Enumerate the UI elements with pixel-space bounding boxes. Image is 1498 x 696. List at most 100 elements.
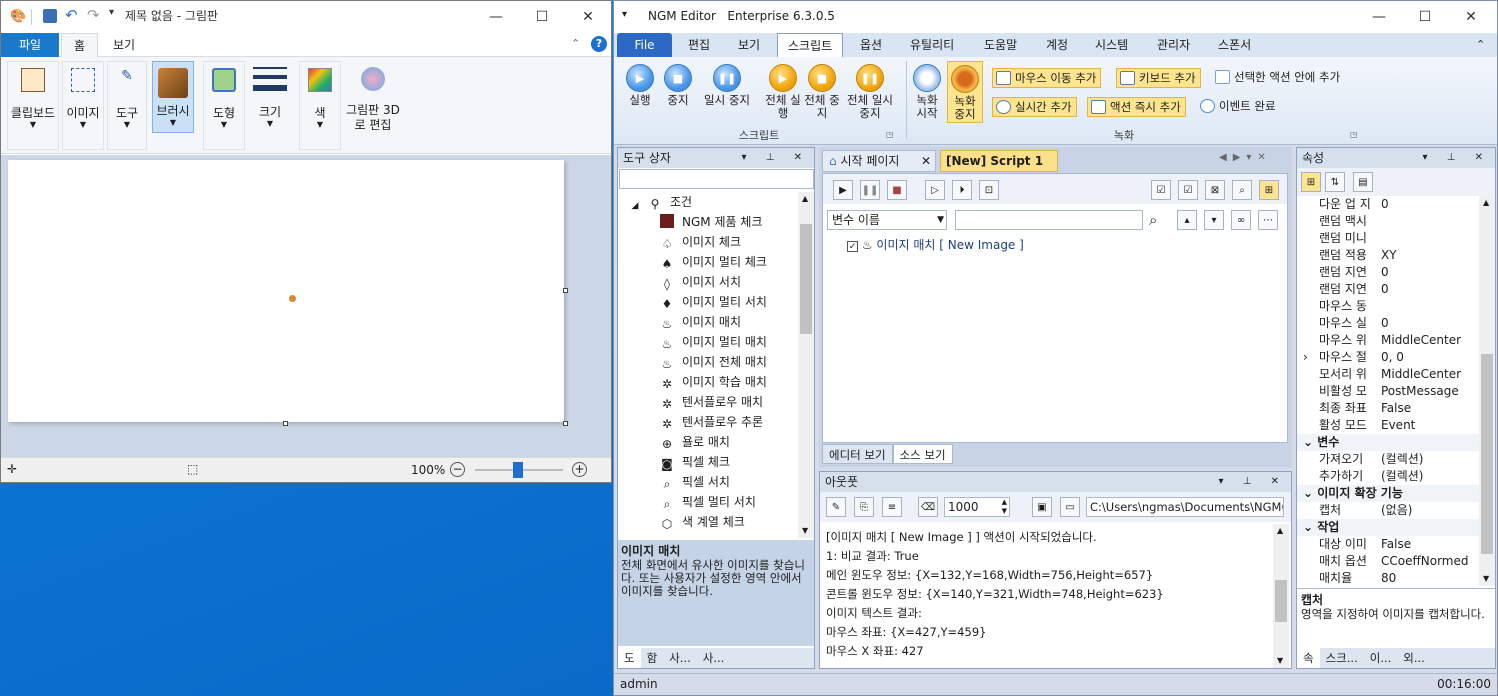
tab-system[interactable]: 시스템 (1085, 33, 1138, 57)
tab-script[interactable]: 스크립트 (777, 33, 844, 57)
scroll-thumb[interactable] (1481, 354, 1493, 554)
pane-controls-icon[interactable]: ▾ ⊥ ✕ (1423, 148, 1491, 168)
tree-item[interactable]: ♨ 이미지 멀티 매치 (660, 332, 767, 352)
pause-icon[interactable]: ❚❚ (860, 180, 880, 200)
quick-access-dropdown-icon[interactable]: ▾ (109, 7, 114, 18)
property-row[interactable]: 대상 이미 False (1297, 536, 1479, 553)
action-checkbox[interactable]: ✓ (847, 241, 858, 252)
property-category[interactable]: ⌄ 변수 (1297, 434, 1479, 451)
more-icon[interactable]: ⋯ (1258, 210, 1278, 230)
resize-handle[interactable] (563, 421, 568, 426)
variable-select[interactable]: 변수 이름 ▼ (827, 210, 947, 230)
event-done-button[interactable]: 이벤트 완료 (1197, 97, 1280, 117)
property-row[interactable]: 랜덤 지연 0 (1297, 281, 1479, 298)
add-keyboard-button[interactable]: 키보드 추가 (1116, 68, 1201, 88)
image-button[interactable]: 이미지 ▼ (62, 61, 104, 150)
folder-icon[interactable]: ▭ (1060, 497, 1080, 517)
loop-icon[interactable]: ∞ (1231, 210, 1251, 230)
toolbox-search-input[interactable] (619, 169, 814, 189)
run-all-button[interactable]: ▶ 전체 실행 (764, 61, 802, 125)
tree-view-icon[interactable]: ⊞ (1259, 180, 1279, 200)
tab-view[interactable]: 보기 (101, 33, 147, 57)
property-row[interactable]: 매치 옵션 CCoeffNormed (1297, 553, 1479, 570)
tab-external[interactable]: 외... (1397, 648, 1431, 668)
property-value[interactable]: PostMessage (1381, 383, 1459, 400)
add-in-selected-button[interactable]: 선택한 액션 안에 추가 (1212, 68, 1344, 88)
dialog-launcher-icon[interactable]: ◳ (886, 130, 894, 139)
property-value[interactable]: MiddleCenter (1381, 332, 1461, 349)
property-value[interactable]: False (1381, 536, 1411, 553)
tab-sponsor[interactable]: 스폰서 (1208, 33, 1261, 57)
tab-script-1[interactable]: [New] Script 1 ✕ (940, 150, 1058, 188)
categorized-icon[interactable]: ⊞ (1301, 172, 1321, 192)
scroll-thumb[interactable] (1275, 580, 1287, 622)
tab-home[interactable]: 홈 (61, 33, 99, 57)
delete-icon[interactable]: ⊠ (1205, 180, 1225, 200)
tab-nav-icons[interactable]: ◀▶▾✕ (1219, 152, 1272, 163)
property-category[interactable]: ⌄ 작업 (1297, 519, 1479, 536)
expand-icon[interactable]: › (1303, 349, 1308, 366)
property-row[interactable]: 매치율 80 (1297, 570, 1479, 586)
sort-az-icon[interactable]: ⇅ (1325, 172, 1345, 192)
resize-handle[interactable] (283, 421, 288, 426)
stop-icon[interactable]: ■ (887, 180, 907, 200)
tab-help[interactable]: 도움말 (974, 33, 1027, 57)
search-icon[interactable]: ⌕ (1232, 180, 1252, 200)
property-value[interactable]: (컬렉션) (1381, 451, 1423, 468)
zoom-in-button[interactable]: + (572, 462, 587, 477)
maximize-button[interactable]: ☐ (1402, 1, 1448, 33)
search-icon[interactable]: ⌕ (1149, 211, 1157, 229)
move-down-icon[interactable]: ▾ (1204, 210, 1224, 230)
color-button[interactable]: 색 ▼ (299, 61, 341, 150)
drawing-canvas[interactable] (8, 160, 564, 422)
property-value[interactable]: XY (1381, 247, 1397, 264)
tree-item[interactable]: ⊕ 욜로 매치 (660, 432, 730, 452)
line-count-input[interactable]: 1000 ▲ ▼ (944, 497, 1010, 517)
collapse-icon[interactable]: ⌄ (1303, 520, 1317, 534)
close-button[interactable]: ✕ (565, 1, 611, 33)
tab-file[interactable]: 파일 (1, 33, 60, 57)
scroll-down-icon[interactable]: ▼ (1277, 656, 1283, 665)
tab-user-functions[interactable]: 사... (697, 648, 731, 668)
record-stop-button[interactable]: 녹화 중지 (947, 61, 983, 123)
property-value[interactable]: False (1381, 400, 1411, 417)
property-row[interactable]: 가져오기 (컬렉션) (1297, 451, 1479, 468)
minimize-button[interactable]: — (1356, 1, 1402, 33)
save-icon[interactable] (43, 9, 57, 23)
collapse-ribbon-icon[interactable]: ⌃ (1476, 38, 1485, 51)
dialog-launcher-icon[interactable]: ◳ (1350, 130, 1358, 139)
clipboard-button[interactable]: 클립보드 ▼ (7, 61, 59, 150)
tab-file[interactable]: File (617, 33, 672, 57)
tab-options[interactable]: 옵션 (850, 33, 892, 57)
redo-icon[interactable]: ↷ (87, 6, 100, 24)
paint3d-button[interactable]: 그림판 3D로 편집 (345, 61, 401, 141)
maximize-button[interactable]: ☐ (519, 1, 565, 33)
size-button[interactable]: 크기 ▼ (249, 61, 291, 141)
collapse-icon[interactable]: ⌄ (1303, 486, 1317, 500)
file-icon[interactable]: ⎘ (854, 497, 874, 517)
property-value[interactable]: 0 (1381, 264, 1389, 281)
script-action-row[interactable]: ✓ ♨ 이미지 매치 [ New Image ] (847, 236, 1024, 253)
record-start-button[interactable]: 녹화 시작 (910, 61, 944, 125)
property-row[interactable]: 비활성 모 PostMessage (1297, 383, 1479, 400)
variable-value-input[interactable] (955, 210, 1143, 230)
tab-user[interactable]: 사... (663, 648, 697, 668)
property-value[interactable]: Event (1381, 417, 1415, 434)
tab-admin[interactable]: 관리자 (1147, 33, 1200, 57)
close-tab-icon[interactable]: ✕ (921, 151, 931, 171)
window-menu-icon[interactable]: ▾ (622, 9, 627, 20)
close-button[interactable]: ✕ (1448, 1, 1494, 33)
property-row[interactable]: 활성 모드 Event (1297, 417, 1479, 434)
move-up-icon[interactable]: ▴ (1177, 210, 1197, 230)
property-row[interactable]: 추가하기 (컬렉션) (1297, 468, 1479, 485)
property-row[interactable]: › 마우스 절 0, 0 (1297, 349, 1479, 366)
tools-button[interactable]: ✎ 도구 ▼ (107, 61, 147, 150)
property-value[interactable]: CCoeffNormed (1381, 553, 1468, 570)
add-action-now-button[interactable]: 액션 즉시 추가 (1087, 97, 1186, 117)
tree-item[interactable]: ♨ 이미지 전체 매치 (660, 352, 767, 372)
stop-button[interactable]: ■ 중지 (658, 61, 698, 125)
tree-item[interactable]: ♦ 이미지 멀티 서치 (660, 292, 767, 312)
tab-account[interactable]: 계정 (1036, 33, 1078, 57)
tree-item[interactable]: ◙ 픽셀 체크 (660, 452, 730, 472)
minimize-button[interactable]: — (473, 1, 519, 33)
